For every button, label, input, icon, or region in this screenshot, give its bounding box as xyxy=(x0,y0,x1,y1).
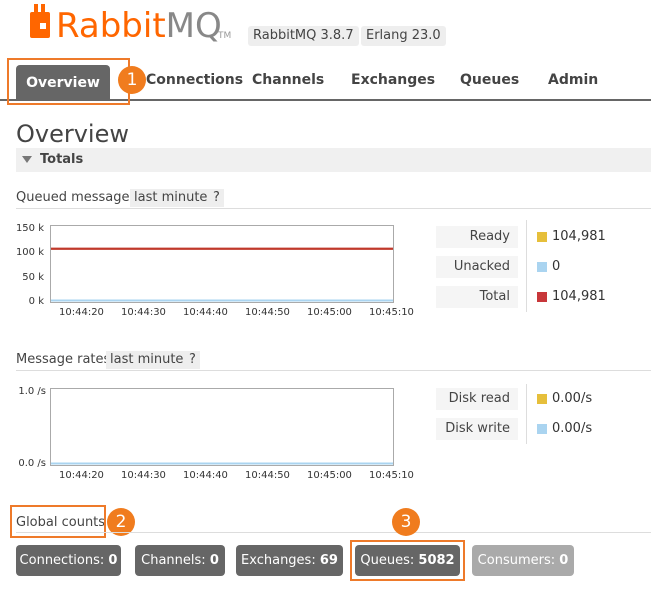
triangle-down-icon xyxy=(22,156,32,163)
legend-disk-read-value: 0.00/s xyxy=(552,391,593,406)
global-divider xyxy=(16,532,651,533)
queued-range-badge[interactable]: last minute xyxy=(130,189,212,207)
channels-count-button[interactable]: Channels: 0 xyxy=(135,545,225,576)
rates-ytick: 0.0 /s xyxy=(18,458,46,469)
highlight-queues xyxy=(350,540,465,581)
total-swatch xyxy=(537,292,547,302)
rates-range-badge[interactable]: last minute xyxy=(106,351,188,369)
legend-separator xyxy=(526,220,527,312)
legend-ready-label: Ready xyxy=(436,226,518,248)
logo-hole xyxy=(40,23,46,29)
exchanges-count-value: 69 xyxy=(319,553,338,568)
rates-legend-separator xyxy=(526,384,527,444)
queued-ytick: 0 k xyxy=(28,296,44,307)
totals-section-label: Totals xyxy=(40,152,84,167)
disk-write-swatch xyxy=(537,424,547,434)
queued-xtick: 10:44:40 xyxy=(183,307,228,318)
queued-ytick: 50 k xyxy=(22,272,44,283)
queued-xtick: 10:44:20 xyxy=(59,307,104,318)
brand-logo: RabbitMQ xyxy=(56,6,222,46)
disk-read-swatch xyxy=(537,394,547,404)
tab-exchanges[interactable]: Exchanges xyxy=(351,72,435,88)
rates-xtick: 10:45:00 xyxy=(307,470,352,481)
legend-disk-write-value: 0.00/s xyxy=(552,421,593,436)
legend-disk-write-label: Disk write xyxy=(436,418,518,440)
rates-divider xyxy=(16,370,651,371)
message-rates-label: Message rates xyxy=(16,352,111,367)
tab-channels[interactable]: Channels xyxy=(252,72,324,88)
consumers-count-button[interactable]: Consumers: 0 xyxy=(472,545,574,576)
unacked-swatch xyxy=(537,262,547,272)
highlight-overview xyxy=(7,58,130,105)
queued-xtick: 10:44:50 xyxy=(245,307,290,318)
page-title: Overview xyxy=(16,120,129,148)
erlang-version-badge: Erlang 23.0 xyxy=(361,26,446,46)
highlight-global-counts xyxy=(10,505,106,538)
legend-unacked-label: Unacked xyxy=(436,256,518,278)
legend-disk-read-label: Disk read xyxy=(436,388,518,410)
callout-1: 1 xyxy=(118,66,146,94)
exchanges-count-label: Exchanges: xyxy=(241,553,316,568)
rates-help-button[interactable]: ? xyxy=(185,351,200,369)
queued-ytick: 150 k xyxy=(15,223,44,234)
queued-messages-chart xyxy=(50,225,394,303)
queued-xtick: 10:45:10 xyxy=(369,307,414,318)
connections-count-label: Connections: xyxy=(19,553,105,568)
brand-name-rabbit: Rabbit xyxy=(56,6,166,46)
tab-queues[interactable]: Queues xyxy=(460,72,519,88)
rates-xtick: 10:44:20 xyxy=(59,470,104,481)
legend-ready-value: 104,981 xyxy=(552,229,606,244)
tab-admin[interactable]: Admin xyxy=(548,72,598,88)
queued-help-button[interactable]: ? xyxy=(209,189,224,207)
brand-tm: TM xyxy=(218,31,232,41)
brand-name-mq: MQ xyxy=(165,6,222,46)
connections-count-button[interactable]: Connections: 0 xyxy=(16,545,121,576)
queued-messages-label: Queued messages xyxy=(16,190,137,205)
rates-xtick: 10:44:30 xyxy=(121,470,166,481)
exchanges-count-button[interactable]: Exchanges: 69 xyxy=(236,545,343,576)
channels-count-label: Channels: xyxy=(141,553,206,568)
totals-section-header[interactable] xyxy=(16,148,651,172)
queued-xtick: 10:45:00 xyxy=(307,307,352,318)
legend-total-value: 104,981 xyxy=(552,289,606,304)
consumers-count-label: Consumers: xyxy=(477,553,556,568)
rates-xtick: 10:45:10 xyxy=(369,470,414,481)
channels-count-value: 0 xyxy=(209,553,219,568)
rates-ytick: 1.0 /s xyxy=(18,386,46,397)
queued-xtick: 10:44:30 xyxy=(121,307,166,318)
connections-count-value: 0 xyxy=(108,553,118,568)
legend-total-label: Total xyxy=(436,286,518,308)
queued-ytick: 100 k xyxy=(15,247,44,258)
consumers-count-value: 0 xyxy=(559,553,569,568)
message-rates-chart xyxy=(50,388,394,466)
tab-connections[interactable]: Connections xyxy=(146,72,243,88)
rates-xtick: 10:44:40 xyxy=(183,470,228,481)
rates-xtick: 10:44:50 xyxy=(245,470,290,481)
callout-3: 3 xyxy=(392,508,420,536)
queued-divider xyxy=(16,208,651,209)
ready-swatch xyxy=(537,232,547,242)
rabbitmq-version-badge: RabbitMQ 3.8.7 xyxy=(248,26,359,46)
legend-unacked-value: 0 xyxy=(552,259,561,274)
